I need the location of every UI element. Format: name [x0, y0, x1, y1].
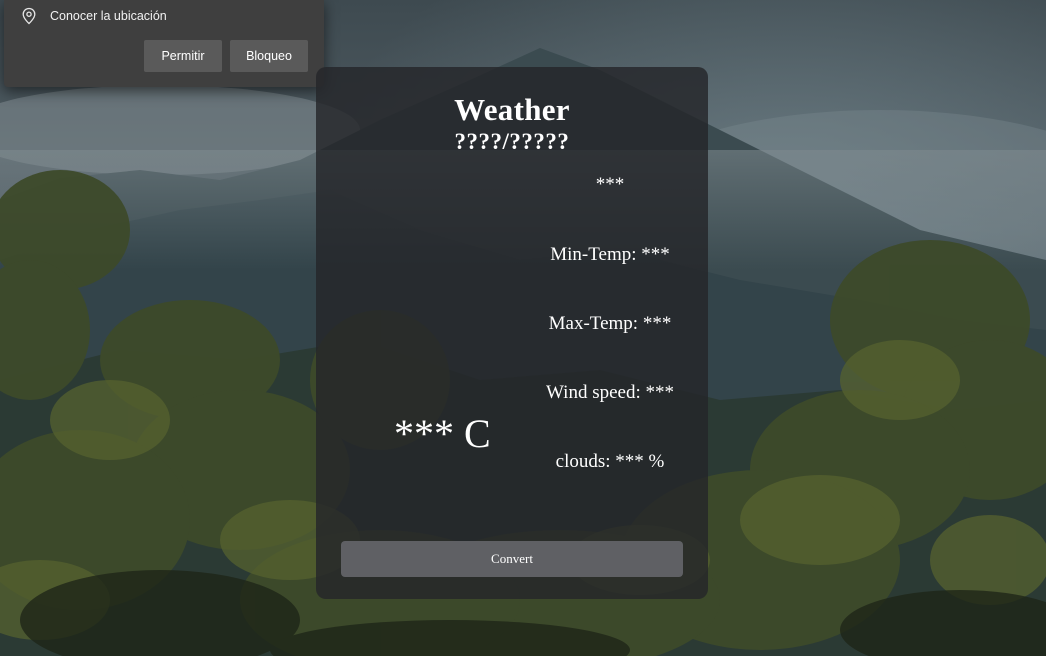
permission-message-row: Conocer la ubicación — [20, 6, 167, 26]
max-temp-label: Max-Temp: *** — [548, 313, 672, 334]
convert-button[interactable]: Convert — [341, 541, 683, 577]
location-pin-icon — [22, 7, 36, 25]
weather-card: Weather ????/????? *** Min-Temp: *** Max… — [316, 67, 708, 599]
wind-speed-label: Wind speed: *** — [546, 382, 674, 403]
min-temp-label: Min-Temp: *** — [550, 244, 670, 265]
weather-title: Weather — [454, 92, 570, 127]
permission-message: Conocer la ubicación — [50, 9, 167, 23]
temperature-value: *** C — [394, 411, 491, 456]
weather-description: *** — [595, 174, 625, 195]
location-permission-popup: Conocer la ubicación Permitir Bloqueo — [4, 0, 324, 87]
allow-button[interactable]: Permitir — [144, 40, 222, 72]
clouds-label: clouds: *** % — [555, 451, 665, 472]
location-label: ????/????? — [454, 129, 570, 154]
block-button[interactable]: Bloqueo — [230, 40, 308, 72]
